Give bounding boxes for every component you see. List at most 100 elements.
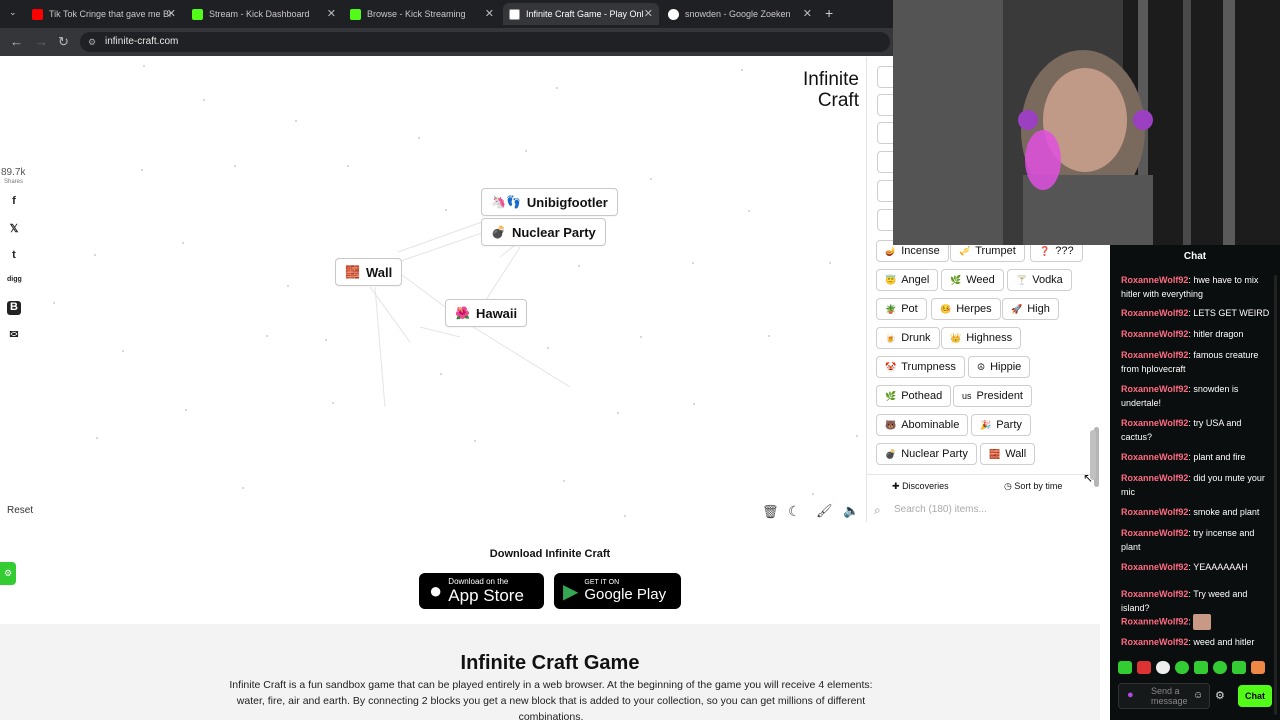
sidebar-item-weed[interactable]: 🌿 Weed <box>941 269 1004 291</box>
tab-youtube[interactable]: Tik Tok Cringe that gave me Br ✕ <box>26 3 182 25</box>
webcam-feed-image <box>893 0 1280 245</box>
chat-scrollbar[interactable] <box>1274 275 1277 715</box>
sidebar-item-pothead[interactable]: 🌿 Pothead <box>876 385 952 407</box>
sidebar-item-high[interactable]: 🚀 High <box>1002 298 1059 320</box>
sidebar-item-herpes[interactable]: 🤒 Herpes <box>931 298 1001 320</box>
close-icon[interactable]: ✕ <box>167 7 176 20</box>
sidebar-item-president[interactable]: us President <box>953 385 1032 407</box>
emoji-picker-icon[interactable]: ☺ <box>1193 690 1203 701</box>
back-arrow-icon[interactable]: ← <box>10 34 23 49</box>
chat-input[interactable]: ● Send a message ☺ <box>1118 683 1210 709</box>
email-icon[interactable]: ✉ <box>7 328 21 342</box>
sidebar-item-trumpness[interactable]: 🤡 Trumpness <box>876 356 965 378</box>
blogger-icon[interactable]: B <box>7 301 21 315</box>
close-icon[interactable]: ✕ <box>485 7 494 20</box>
address-bar[interactable]: ⚙ infinite-craft.com <box>80 32 890 52</box>
chat-send-button[interactable]: Chat <box>1238 685 1272 707</box>
facebook-icon[interactable]: f <box>7 195 21 209</box>
emote-icon[interactable] <box>1213 661 1227 674</box>
sidebar-item-wall[interactable]: 🧱 Wall <box>980 443 1036 465</box>
sidebar-item-pot[interactable]: 🪴 Pot <box>876 298 927 320</box>
microphone-icon[interactable]: ● <box>1127 689 1134 701</box>
feedback-widget[interactable]: ⚙ <box>0 562 16 585</box>
chat-username[interactable]: RoxanneWolf92 <box>1121 350 1188 360</box>
emote-icon[interactable] <box>1251 661 1265 674</box>
sidebar-item-highness[interactable]: 👑 Highness <box>941 327 1022 349</box>
chat-username[interactable]: RoxanneWolf92 <box>1121 473 1188 483</box>
tab-list-chevron-icon[interactable]: ⌄ <box>9 7 17 18</box>
chat-username[interactable]: RoxanneWolf92 <box>1121 418 1188 428</box>
section-description: Infinite Craft is a fun sandbox game tha… <box>229 679 873 723</box>
sound-icon[interactable]: 🔈 <box>843 503 859 519</box>
close-icon[interactable]: ✕ <box>327 7 336 20</box>
chat-message: RoxanneWolf92: <box>1121 614 1271 630</box>
x-twitter-icon[interactable]: 𝕏 <box>7 222 21 236</box>
chat-username[interactable]: RoxanneWolf92 <box>1121 528 1188 538</box>
tab-kick-browse[interactable]: Browse - Kick Streaming ✕ <box>344 3 500 25</box>
chat-username[interactable]: RoxanneWolf92 <box>1121 589 1188 599</box>
emote-icon[interactable] <box>1118 661 1132 674</box>
chat-username[interactable]: RoxanneWolf92 <box>1121 562 1188 572</box>
chat-username[interactable]: RoxanneWolf92 <box>1121 452 1188 462</box>
chat-username[interactable]: RoxanneWolf92 <box>1121 507 1188 517</box>
item-label: President <box>976 390 1023 402</box>
sidebar-search[interactable]: ⌕ Search (180) items... <box>872 500 1092 520</box>
infinite-craft-logo[interactable]: Infinite Craft <box>795 69 859 111</box>
sidebar-item-drunk[interactable]: 🍺 Drunk <box>876 327 940 349</box>
sidebar-item-party[interactable]: 🎉 Party <box>971 414 1031 436</box>
canvas-element-wall[interactable]: 🧱 Wall <box>335 258 403 286</box>
game-canvas[interactable]: 89.7k Shares f 𝕏 t digg B ✉ Infinite Cra… <box>0 57 866 537</box>
brush-icon[interactable]: 🖌 <box>816 503 833 519</box>
sidebar-item-angel[interactable]: 😇 Angel <box>876 269 939 291</box>
dark-mode-moon-icon[interactable]: ☾ <box>788 503 801 520</box>
canvas-element-unibigfootler[interactable]: 🦄👣 Unibigfootler <box>481 188 618 216</box>
reset-button[interactable]: Reset <box>7 505 33 516</box>
sidebar-item-abominable[interactable]: 🐻 Abominable <box>876 414 969 436</box>
sidebar-item-hippie[interactable]: ☮ Hippie <box>968 356 1031 378</box>
chat-username[interactable]: RoxanneWolf92 <box>1121 275 1188 285</box>
trash-icon[interactable]: 🗑 <box>762 504 779 520</box>
digg-icon[interactable]: digg <box>7 276 22 290</box>
youtube-icon <box>32 8 43 20</box>
chat-settings-gear-icon[interactable]: ⚙ <box>1215 689 1225 702</box>
site-info-icon[interactable]: ⚙ <box>88 32 96 52</box>
beer-icon: 🍺 <box>885 332 897 343</box>
app-store-button[interactable]: ● Download on the App Store <box>419 573 544 609</box>
tab-infinite-craft[interactable]: Infinite Craft Game - Play Onlin ✕ <box>503 3 659 25</box>
discoveries-tab[interactable]: ✚ Discoveries <box>892 481 949 492</box>
forward-arrow-icon[interactable]: → <box>35 34 48 49</box>
reload-icon[interactable]: ↻ <box>58 34 69 50</box>
google-play-big: Google Play <box>584 586 667 603</box>
google-icon <box>668 8 679 20</box>
chat-username[interactable]: RoxanneWolf92 <box>1121 637 1188 647</box>
tumblr-icon[interactable]: t <box>7 249 21 263</box>
item-label: Trumpness <box>901 361 956 373</box>
tab-google-search[interactable]: snowden - Google Zoeken ✕ <box>662 3 818 25</box>
search-input[interactable]: Search (180) items... <box>894 504 987 515</box>
emote-icon[interactable] <box>1175 661 1189 674</box>
chat-message: RoxanneWolf92: YEAAAAAAH <box>1121 562 1248 572</box>
chat-username[interactable]: RoxanneWolf92 <box>1121 616 1188 626</box>
google-play-button[interactable]: ▶ GET IT ON Google Play <box>554 573 681 609</box>
peace-icon: ☮ <box>977 361 986 372</box>
close-icon[interactable]: ✕ <box>803 7 812 20</box>
item-label: Weed <box>966 274 995 286</box>
emote-icon[interactable] <box>1194 661 1208 674</box>
tab-kick-dashboard[interactable]: Stream - Kick Dashboard ✕ <box>186 3 342 25</box>
chat-username[interactable]: RoxanneWolf92 <box>1121 329 1188 339</box>
canvas-element-hawaii[interactable]: 🌺 Hawaii <box>445 299 528 327</box>
sidebar-item-nuclear-party[interactable]: 💣 Nuclear Party <box>876 443 977 465</box>
kick-icon <box>350 8 361 20</box>
emote-icon[interactable] <box>1137 661 1151 674</box>
canvas-element-nuclear-party[interactable]: 💣 Nuclear Party <box>481 218 606 246</box>
apple-icon: ● <box>429 578 443 603</box>
close-icon[interactable]: ✕ <box>644 7 653 20</box>
sidebar-item-vodka[interactable]: 🍸 Vodka <box>1007 269 1072 291</box>
chat-username[interactable]: RoxanneWolf92 <box>1121 308 1188 318</box>
new-tab-button[interactable]: + <box>825 5 833 21</box>
clown-icon: 🤡 <box>885 361 897 372</box>
emote-icon[interactable] <box>1232 661 1246 674</box>
chat-username[interactable]: RoxanneWolf92 <box>1121 384 1188 394</box>
sort-by-time-tab[interactable]: ◷ Sort by time <box>1004 481 1062 492</box>
emote-icon[interactable] <box>1156 661 1170 674</box>
